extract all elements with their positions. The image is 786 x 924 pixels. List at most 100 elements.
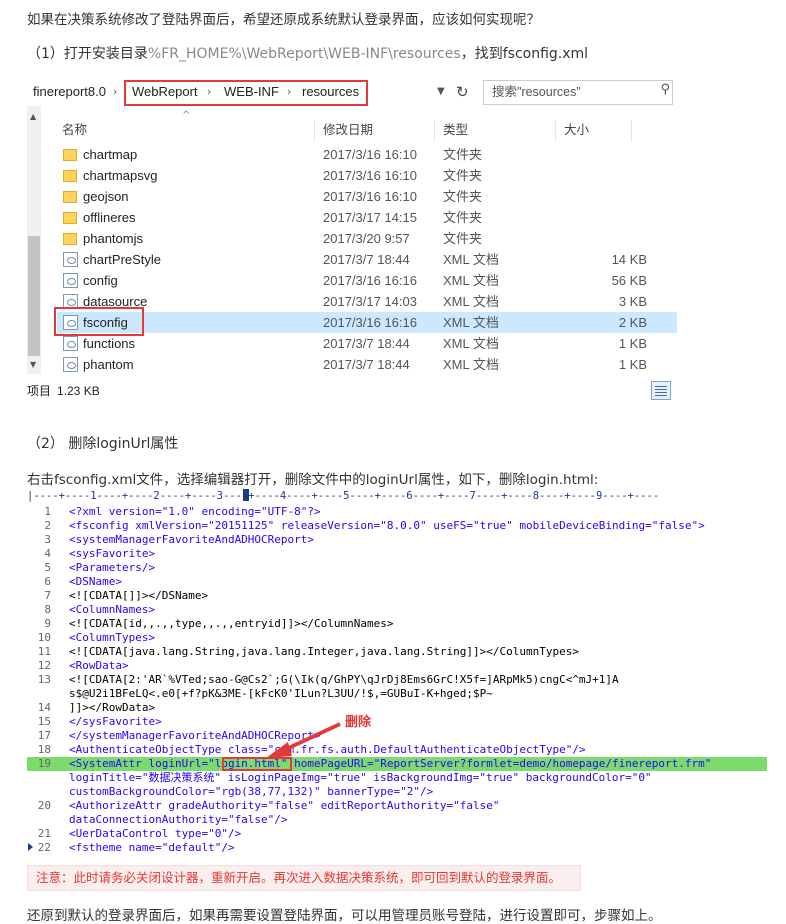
file-row[interactable]: phantomjs 2017/3/20 9:57 文件夹 bbox=[57, 228, 677, 249]
details-view-icon[interactable] bbox=[651, 381, 671, 400]
code-text: <AuthorizeAttr gradeAuthority="false" ed… bbox=[69, 799, 500, 812]
code-line: 3 <systemManagerFavoriteAndADHOCReport> bbox=[27, 533, 767, 547]
file-name: config bbox=[83, 273, 118, 288]
file-date: 2017/3/16 16:16 bbox=[323, 273, 417, 288]
code-line: 5 <Parameters/> bbox=[27, 561, 767, 575]
file-row[interactable]: datasource 2017/3/17 14:03 XML 文档 3 KB bbox=[57, 291, 677, 312]
line-number: 9 bbox=[44, 617, 51, 630]
step1-text: （1）打开安装目录%FR_HOME%\WebReport\WEB-INF\res… bbox=[27, 43, 588, 63]
line-number: 6 bbox=[44, 575, 51, 588]
file-date: 2017/3/7 18:44 bbox=[323, 336, 410, 351]
code-line: 8 <ColumnNames> bbox=[27, 603, 767, 617]
file-date: 2017/3/16 16:10 bbox=[323, 168, 417, 183]
search-icon[interactable]: ⚲ bbox=[660, 82, 670, 97]
code-text: <SystemAttr loginUrl="login.html" homePa… bbox=[69, 757, 712, 770]
status-bar: 项目 1.23 KB bbox=[27, 380, 675, 402]
file-name: offlineres bbox=[83, 210, 136, 225]
code-line: 9 <![CDATA[id,,.,,type,,.,,entryid]]></Co… bbox=[27, 617, 767, 631]
xml-file-icon bbox=[63, 336, 78, 351]
breadcrumb-item[interactable]: WEB-INF bbox=[224, 78, 279, 106]
file-row[interactable]: chartmap 2017/3/16 16:10 文件夹 bbox=[57, 144, 677, 165]
column-header-type[interactable]: 类型 bbox=[443, 118, 468, 142]
chevron-right-icon: › bbox=[287, 85, 292, 98]
code-line: 10 <ColumnTypes> bbox=[27, 631, 767, 645]
file-date: 2017/3/7 18:44 bbox=[323, 357, 410, 372]
code-text: <fstheme name="default"/> bbox=[69, 841, 235, 854]
file-row[interactable]: geojson 2017/3/16 16:10 文件夹 bbox=[57, 186, 677, 207]
line-number: 5 bbox=[44, 561, 51, 574]
scrollbar-thumb[interactable] bbox=[28, 236, 40, 356]
status-size: 1.23 KB bbox=[57, 384, 100, 398]
code-line: 1 <?xml version="1.0" encoding="UTF-8"?> bbox=[27, 505, 767, 519]
file-type: 文件夹 bbox=[443, 189, 483, 204]
chevron-down-icon[interactable]: ▼ bbox=[437, 78, 445, 106]
code-line: 22 <fstheme name="default"/> bbox=[27, 841, 767, 855]
file-row[interactable]: fsconfig 2017/3/16 16:16 XML 文档 2 KB bbox=[57, 312, 677, 333]
code-line: dataConnectionAuthority="false"/> bbox=[27, 813, 767, 827]
file-name: chartmapsvg bbox=[83, 168, 158, 183]
column-header-name[interactable]: 名称 bbox=[62, 118, 87, 142]
column-divider[interactable] bbox=[434, 120, 435, 142]
step2-desc: 右击fsconfig.xml文件，选择编辑器打开，删除文件中的loginUrl属… bbox=[27, 472, 599, 488]
line-number: 11 bbox=[37, 645, 51, 658]
ruler-cursor bbox=[243, 489, 249, 501]
file-row[interactable]: phantom 2017/3/7 18:44 XML 文档 1 KB bbox=[57, 354, 677, 375]
code-line: 4 <sysFavorite> bbox=[27, 547, 767, 561]
line-number: 4 bbox=[44, 547, 51, 560]
warning-note: 注意：此时请务必关闭设计器，重新开启。再次进入数据决策系统，即可回到默认的登录界… bbox=[27, 865, 581, 891]
code-line: 18 <AuthenticateObjectType class="com.fr.… bbox=[27, 743, 767, 757]
code-text: <ColumnNames> bbox=[69, 603, 156, 616]
address-bar[interactable]: finereport8.0 › WebReport › WEB-INF › re… bbox=[27, 78, 675, 106]
line-number: 21 bbox=[37, 827, 51, 840]
line-number: 14 bbox=[37, 701, 51, 714]
column-divider[interactable] bbox=[631, 120, 632, 142]
file-name: geojson bbox=[83, 189, 129, 204]
code-line: 2 <fsconfig xmlVersion="20151125" release… bbox=[27, 519, 767, 533]
breadcrumb-item[interactable]: finereport8.0 bbox=[33, 78, 106, 106]
file-type: 文件夹 bbox=[443, 231, 483, 246]
file-date: 2017/3/16 16:10 bbox=[323, 189, 417, 204]
breadcrumb-item[interactable]: resources bbox=[302, 78, 359, 106]
file-row[interactable]: offlineres 2017/3/17 14:15 文件夹 bbox=[57, 207, 677, 228]
column-divider[interactable] bbox=[314, 120, 315, 142]
code-text: loginTitle="数据决策系统" isLoginPageImg="true… bbox=[69, 771, 652, 784]
scrollbar[interactable]: ▲ ▼ bbox=[27, 106, 41, 374]
code-line: 12 <RowData> bbox=[27, 659, 767, 673]
code-text: <sysFavorite> bbox=[69, 547, 156, 560]
refresh-icon[interactable]: ↻ bbox=[456, 78, 469, 106]
line-number: 20 bbox=[37, 799, 51, 812]
file-list: chartmap 2017/3/16 16:10 文件夹 chartmapsvg 201… bbox=[57, 144, 677, 375]
code-text: customBackgroundColor="rgb(38,77,132)" b… bbox=[69, 785, 434, 798]
line-number: 8 bbox=[44, 603, 51, 616]
file-date: 2017/3/17 14:15 bbox=[323, 210, 417, 225]
code-line: customBackgroundColor="rgb(38,77,132)" b… bbox=[27, 785, 767, 799]
code-text: <![CDATA[id,,.,,type,,.,,entryid]]></Col… bbox=[69, 617, 394, 630]
code-line: 21 <UerDataControl type="0"/> bbox=[27, 827, 767, 841]
file-type: XML 文档 bbox=[443, 357, 499, 372]
code-text: <?xml version="1.0" encoding="UTF-8"?> bbox=[69, 505, 321, 518]
step2-heading: （2） 删除loginUrl属性 bbox=[27, 436, 179, 452]
code-text: <DSName> bbox=[69, 575, 122, 588]
code-line: s$@U2i1BFeLQ<.e0[+f?pK&3ME-[kFcK0'ILun?L… bbox=[27, 687, 767, 701]
file-type: XML 文档 bbox=[443, 336, 499, 351]
line-number: 12 bbox=[37, 659, 51, 672]
column-header-modified[interactable]: 修改日期 bbox=[323, 118, 373, 142]
code-text: <ColumnTypes> bbox=[69, 631, 156, 644]
file-row[interactable]: chartmapsvg 2017/3/16 16:10 文件夹 bbox=[57, 165, 677, 186]
column-divider[interactable] bbox=[555, 120, 556, 142]
code-text: dataConnectionAuthority="false"/> bbox=[69, 813, 288, 826]
breadcrumb-item[interactable]: WebReport bbox=[132, 78, 198, 106]
file-row[interactable]: functions 2017/3/7 18:44 XML 文档 1 KB bbox=[57, 333, 677, 354]
file-type: XML 文档 bbox=[443, 273, 499, 288]
file-row[interactable]: config 2017/3/16 16:16 XML 文档 56 KB bbox=[57, 270, 677, 291]
file-type: 文件夹 bbox=[443, 168, 483, 183]
search-input[interactable]: 搜索"resources" ⚲ bbox=[483, 80, 673, 105]
scroll-down-icon[interactable]: ▼ bbox=[30, 360, 36, 369]
code-line: loginTitle="数据决策系统" isLoginPageImg="true… bbox=[27, 771, 767, 785]
file-type: XML 文档 bbox=[443, 294, 499, 309]
file-row[interactable]: chartPreStyle 2017/3/7 18:44 XML 文档 14 KB bbox=[57, 249, 677, 270]
column-header-size[interactable]: 大小 bbox=[564, 118, 589, 142]
code-text: <fsconfig xmlVersion="20151125" releaseV… bbox=[69, 519, 705, 532]
code-text: <![CDATA[2:'AR`%VTed;sao-G@Cs2`;G(\Ik(q/… bbox=[69, 673, 619, 686]
file-name: phantom bbox=[83, 357, 134, 372]
